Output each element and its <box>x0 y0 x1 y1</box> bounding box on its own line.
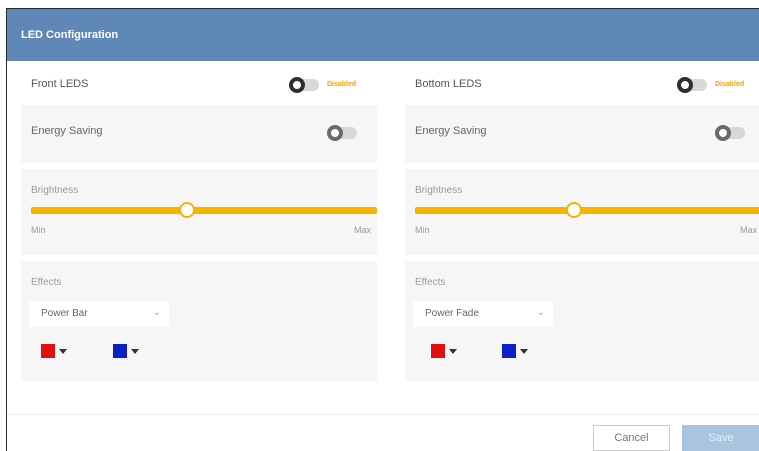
effect-value: Power Bar <box>41 308 88 319</box>
effect-value: Power Fade <box>425 308 479 319</box>
bottom-effects-card: Effects Power Fade ⌄ <box>405 261 759 381</box>
chevron-down-icon: ⌄ <box>536 307 545 318</box>
footer-divider <box>7 414 759 415</box>
toggle-knob <box>289 77 305 93</box>
brightness-label: Brightness <box>31 185 79 196</box>
caret-down-icon <box>520 349 528 354</box>
bottom-color1-picker[interactable] <box>431 344 461 358</box>
bottom-leds-toggle[interactable] <box>677 77 707 93</box>
brightness-label: Brightness <box>415 185 463 196</box>
toggle-knob <box>677 77 693 93</box>
front-effect-select[interactable]: Power Bar ⌄ <box>29 301 169 327</box>
bottom-energy-saving-toggle[interactable] <box>715 125 745 141</box>
dialog-titlebar: LED Configuration <box>7 9 759 61</box>
led-configuration-dialog: LED Configuration Front LEDS Disabled En… <box>6 8 759 451</box>
bottom-energy-saving-card: Energy Saving <box>405 105 759 163</box>
front-leds-panel: Front LEDS Disabled Energy Saving Bright… <box>21 65 377 387</box>
caret-down-icon <box>131 349 139 354</box>
bottom-brightness-thumb[interactable] <box>566 202 583 218</box>
energy-saving-label: Energy Saving <box>31 125 103 137</box>
color-swatch <box>502 344 516 358</box>
caret-down-icon <box>59 349 67 354</box>
bottom-brightness-track[interactable] <box>415 207 759 214</box>
effects-label: Effects <box>31 277 62 288</box>
bottom-leds-label: Bottom LEDS <box>415 78 482 90</box>
color-swatch <box>41 344 55 358</box>
front-leds-header: Front LEDS Disabled <box>21 65 377 105</box>
bottom-leds-state: Disabled <box>715 81 745 88</box>
front-leds-state: Disabled <box>327 81 357 88</box>
front-energy-saving-toggle[interactable] <box>327 125 357 141</box>
cancel-button[interactable]: Cancel <box>593 425 670 451</box>
front-leds-label: Front LEDS <box>31 78 89 90</box>
min-label: Min <box>31 225 46 235</box>
front-color2-picker[interactable] <box>113 344 143 358</box>
effects-label: Effects <box>415 277 446 288</box>
front-color1-picker[interactable] <box>41 344 71 358</box>
toggle-knob <box>327 125 343 141</box>
energy-saving-label: Energy Saving <box>415 125 487 137</box>
save-button[interactable]: Save <box>682 425 759 451</box>
front-leds-toggle[interactable] <box>289 77 319 93</box>
bottom-brightness-card: Brightness Min Max <box>405 169 759 255</box>
min-label: Min <box>415 225 430 235</box>
front-energy-saving-card: Energy Saving <box>21 105 377 163</box>
dialog-title: LED Configuration <box>21 29 119 41</box>
front-brightness-track[interactable] <box>31 207 377 214</box>
color-swatch <box>431 344 445 358</box>
color-swatch <box>113 344 127 358</box>
toggle-knob <box>715 125 731 141</box>
bottom-color2-picker[interactable] <box>502 344 532 358</box>
bottom-leds-panel: Bottom LEDS Disabled Energy Saving Brigh… <box>405 65 759 387</box>
max-label: Max <box>353 225 371 235</box>
chevron-down-icon: ⌄ <box>152 307 161 318</box>
front-effects-card: Effects Power Bar ⌄ <box>21 261 377 381</box>
bottom-leds-header: Bottom LEDS Disabled <box>405 65 759 105</box>
front-brightness-thumb[interactable] <box>178 202 195 218</box>
max-label: Max <box>739 225 757 235</box>
bottom-effect-select[interactable]: Power Fade ⌄ <box>413 301 553 327</box>
front-brightness-card: Brightness Min Max <box>21 169 377 255</box>
caret-down-icon <box>449 349 457 354</box>
